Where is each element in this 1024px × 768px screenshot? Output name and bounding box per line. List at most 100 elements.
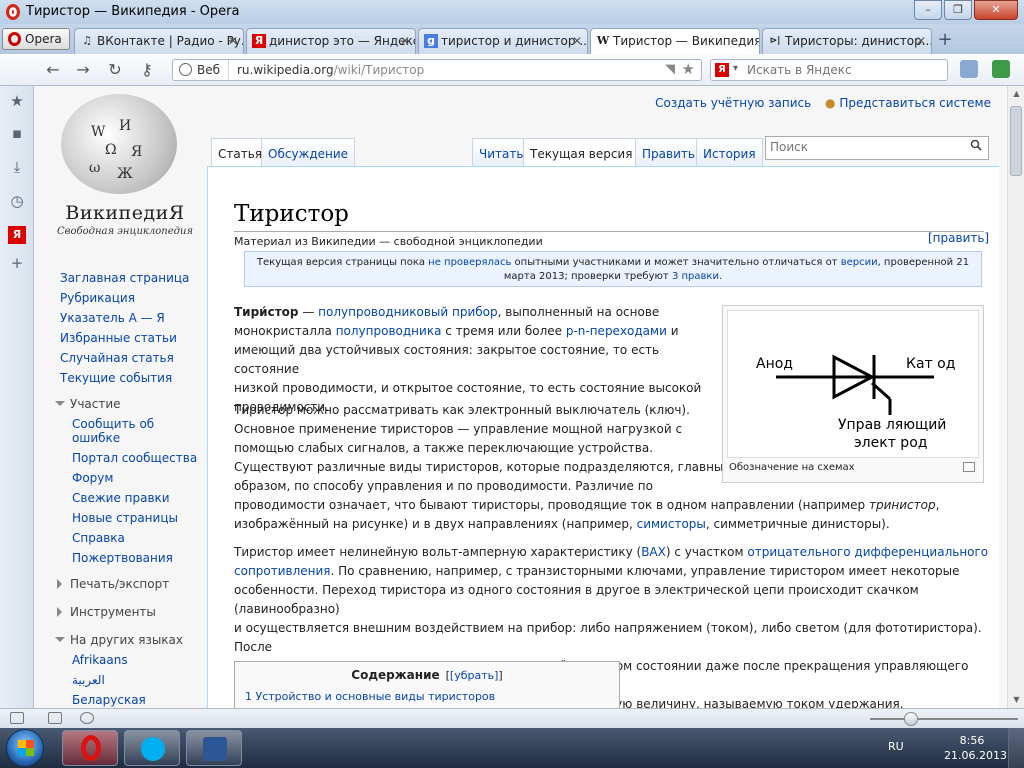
add-panel-icon[interactable]: + bbox=[8, 254, 26, 272]
key-icon[interactable]: ⚷ bbox=[136, 60, 158, 80]
nav-link-index[interactable]: Указатель А — Я bbox=[60, 308, 210, 328]
lang-link-belarusian[interactable]: Беларуская bbox=[60, 690, 210, 708]
tab-talk[interactable]: Обсуждение bbox=[261, 138, 356, 166]
nav-link-recent-changes[interactable]: Свежие правки bbox=[60, 488, 210, 508]
notice-link-version[interactable]: версии bbox=[841, 257, 878, 268]
forward-arrow-icon[interactable]: → bbox=[72, 60, 94, 80]
tab-close-icon[interactable]: ✕ bbox=[572, 29, 582, 53]
nav-link-forum[interactable]: Форум bbox=[60, 468, 210, 488]
minimize-button[interactable]: – bbox=[914, 0, 942, 20]
search-box[interactable]: Я ▾ bbox=[710, 59, 948, 81]
login-link[interactable]: ● Представиться системе bbox=[825, 96, 991, 110]
scroll-down-icon[interactable]: ▼ bbox=[1008, 692, 1024, 708]
edit-section-link[interactable]: [править] bbox=[928, 231, 989, 245]
nav-link-current-events[interactable]: Текущие события bbox=[60, 368, 210, 388]
scroll-up-icon[interactable]: ▲ bbox=[1008, 86, 1024, 102]
scrollbar-thumb[interactable] bbox=[1010, 106, 1022, 176]
rss-icon[interactable]: ◥ bbox=[665, 62, 675, 77]
link-semiconductor[interactable]: полупроводника bbox=[336, 324, 442, 338]
extension-icon[interactable] bbox=[960, 60, 978, 78]
history-clock-icon[interactable]: ◷ bbox=[8, 192, 26, 210]
nav-link-featured[interactable]: Избранные статьи bbox=[60, 328, 210, 348]
thyristor-symbol-image[interactable]: Анод Кат од Управ ляющий элект род bbox=[727, 310, 979, 458]
chevron-down-icon[interactable]: ▾ bbox=[733, 63, 738, 74]
downloads-icon[interactable]: ⤓ bbox=[8, 158, 26, 176]
taskbar-word-button[interactable] bbox=[186, 730, 242, 766]
lang-link-afrikaans[interactable]: Afrikaans bbox=[60, 650, 210, 670]
tab-close-icon[interactable]: ✕ bbox=[400, 29, 410, 53]
yandex-panel-icon[interactable]: Я bbox=[8, 226, 26, 244]
nav-link-donate[interactable]: Пожертвования bbox=[60, 548, 210, 568]
mail-icon[interactable] bbox=[992, 60, 1010, 78]
close-button[interactable]: ✕ bbox=[974, 0, 1018, 20]
address-bar[interactable]: Веб ru.wikipedia.org/wiki/Тиристор ◥ ★ bbox=[172, 59, 702, 81]
create-account-link[interactable]: Создать учётную запись bbox=[655, 96, 811, 110]
address-url[interactable]: ru.wikipedia.org/wiki/Тиристор bbox=[237, 60, 424, 80]
browser-tab-google[interactable]: g тиристор и динистор ... ✕ bbox=[418, 28, 588, 54]
system-clock[interactable]: 8:56 21.06.2013 bbox=[944, 733, 1007, 763]
tab-close-icon[interactable]: ✕ bbox=[228, 29, 238, 53]
back-arrow-icon[interactable]: ← bbox=[42, 60, 64, 80]
article-content: Тиристор Материал из Википедии — свободн… bbox=[207, 166, 999, 708]
speed-dial-icon[interactable] bbox=[48, 712, 62, 724]
link-pn-junctions[interactable]: p-n-переходами bbox=[566, 324, 667, 338]
lang-link-arabic[interactable]: العربية bbox=[60, 670, 210, 690]
zoom-slider-knob[interactable] bbox=[904, 712, 918, 726]
taskbar-skype-button[interactable] bbox=[124, 730, 180, 766]
portlet-participation-heading[interactable]: Участие bbox=[55, 394, 210, 414]
tab-current-version[interactable]: Текущая версия bbox=[523, 138, 640, 166]
wikipedia-globe-logo[interactable]: WИ ΩЯ ωЖ bbox=[61, 94, 177, 194]
nav-link-main-page[interactable]: Заглавная страница bbox=[60, 268, 210, 288]
toc-toggle[interactable]: [[убрать]] bbox=[446, 669, 503, 682]
link-iv-curve[interactable]: ВАХ bbox=[641, 545, 666, 559]
tab-close-icon[interactable]: ✕ bbox=[916, 29, 926, 53]
toc-item[interactable]: 1 Устройство и основные виды тиристоров bbox=[245, 690, 495, 703]
reload-icon[interactable]: ↻ bbox=[104, 60, 126, 80]
browser-search-input[interactable] bbox=[747, 61, 943, 79]
nav-link-categories[interactable]: Рубрикация bbox=[60, 288, 210, 308]
login-label: Представиться системе bbox=[839, 96, 991, 110]
link-triacs[interactable]: симисторы bbox=[637, 517, 706, 531]
tab-read[interactable]: Читать bbox=[472, 138, 531, 166]
opera-menu-button[interactable]: Opera bbox=[2, 28, 70, 50]
start-button[interactable] bbox=[6, 729, 44, 767]
search-icon[interactable] bbox=[970, 139, 982, 151]
nav-link-new-pages[interactable]: Новые страницы bbox=[60, 508, 210, 528]
address-scheme[interactable]: Веб bbox=[173, 60, 229, 80]
browser-tab-thyristors[interactable]: ⊳| Тиристоры: динистор... ✕ bbox=[762, 28, 932, 54]
notice-link-unreviewed[interactable]: не проверялась bbox=[428, 257, 511, 268]
notice-link-edits[interactable]: 3 правки bbox=[672, 271, 719, 282]
tab-edit[interactable]: Править bbox=[635, 138, 702, 166]
browser-tab-vkontakte[interactable]: ♫ ВКонтакте | Радио - Ру... ✕ bbox=[74, 28, 244, 54]
bookmarks-star-icon[interactable]: ★ bbox=[8, 92, 26, 110]
zoom-slider-track[interactable] bbox=[870, 718, 1018, 720]
nav-link-report-error[interactable]: Сообщить об ошибке bbox=[60, 417, 170, 445]
skype-icon bbox=[141, 737, 165, 761]
enlarge-icon[interactable] bbox=[963, 462, 975, 472]
browser-tab-wikipedia[interactable]: W Тиристор — Википедия bbox=[590, 28, 760, 54]
notes-icon[interactable]: ▪ bbox=[8, 124, 26, 142]
maximize-button[interactable]: ❐ bbox=[944, 0, 972, 20]
vertical-scrollbar[interactable]: ▲ ▼ bbox=[1007, 86, 1024, 708]
taskbar-opera-button[interactable] bbox=[62, 730, 118, 766]
bookmark-star-icon[interactable]: ★ bbox=[682, 60, 695, 78]
link-negative-resistance[interactable]: отрицательного дифференциального bbox=[747, 545, 988, 559]
turbo-icon[interactable] bbox=[80, 712, 94, 724]
portlet-tools-heading[interactable]: Инструменты bbox=[57, 602, 210, 622]
wiki-search-box[interactable] bbox=[765, 136, 989, 160]
portlet-languages-heading[interactable]: На других языках bbox=[55, 630, 210, 650]
toc-toggle-link[interactable]: [убрать] bbox=[450, 669, 499, 682]
tab-history[interactable]: История bbox=[696, 138, 763, 166]
link-resistance[interactable]: сопротивления bbox=[234, 564, 331, 578]
portlet-print-heading[interactable]: Печать/экспорт bbox=[57, 574, 210, 594]
panel-toggle-icon[interactable] bbox=[10, 712, 24, 724]
wiki-search-input[interactable] bbox=[770, 140, 960, 154]
nav-link-community-portal[interactable]: Портал сообщества bbox=[60, 448, 210, 468]
browser-tab-yandex[interactable]: Я динистор это — Яндекс... ✕ bbox=[246, 28, 416, 54]
link-semiconductor-device[interactable]: полупроводниковый прибор bbox=[318, 305, 498, 319]
nav-link-random[interactable]: Случайная статья bbox=[60, 348, 210, 368]
new-tab-button[interactable]: + bbox=[934, 28, 956, 54]
show-desktop-button[interactable] bbox=[1008, 728, 1024, 768]
nav-link-help[interactable]: Справка bbox=[60, 528, 210, 548]
input-language[interactable]: RU bbox=[888, 740, 904, 753]
